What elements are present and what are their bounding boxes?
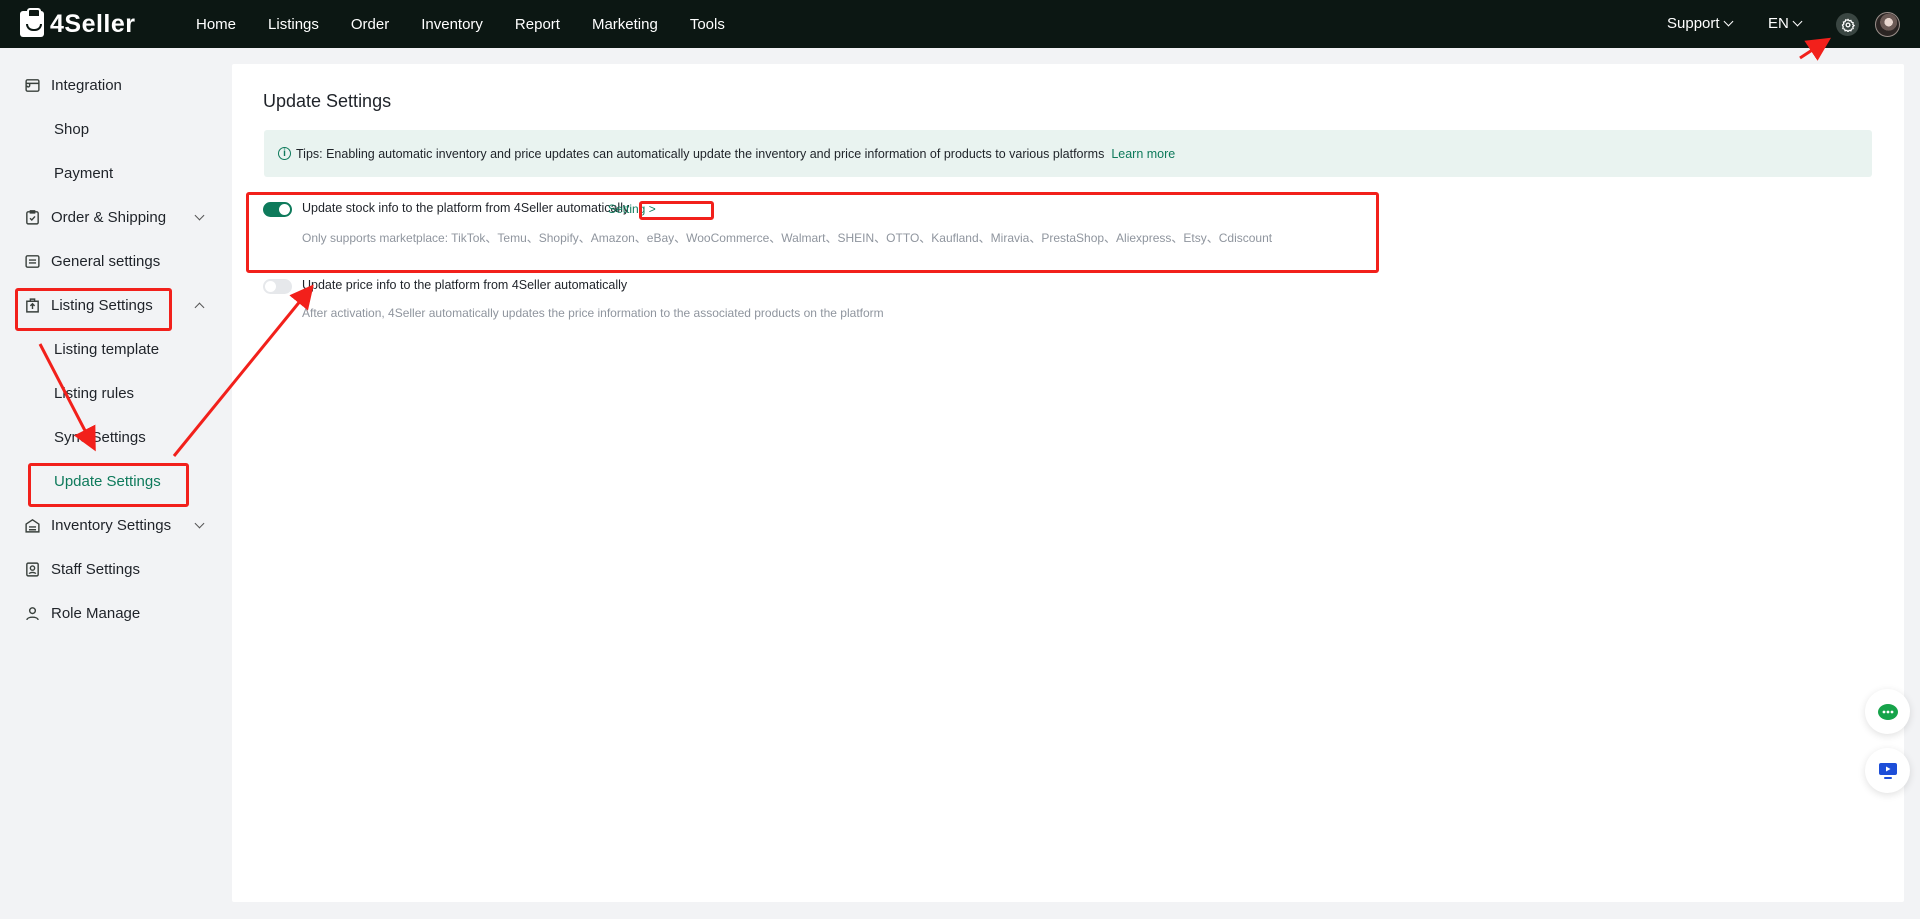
sidebar-item-label: Listing rules	[54, 384, 135, 402]
upload-bag-icon	[26, 297, 39, 313]
video-tutorial-button[interactable]	[1865, 748, 1910, 793]
sidebar-item-label: Shop	[54, 120, 90, 138]
user-icon	[26, 606, 39, 620]
stock-setting-link[interactable]: Setting >	[608, 202, 656, 216]
chat-support-button[interactable]	[1865, 689, 1910, 734]
sidebar-item-staff-settings[interactable]: Staff Settings	[0, 554, 220, 584]
nav-order[interactable]: Order	[351, 16, 389, 33]
main-panel: Update Settings i Tips: Enabling automat…	[232, 64, 1904, 902]
price-update-toggle[interactable]	[263, 279, 292, 294]
price-update-description: After activation, 4Seller automatically …	[302, 306, 884, 320]
chevron-up-icon	[194, 302, 205, 312]
sidebar-item-label: Integration	[51, 76, 122, 94]
support-label: Support	[1667, 15, 1720, 32]
sidebar-item-payment[interactable]: Payment	[0, 158, 220, 188]
chevron-down-icon	[1723, 16, 1733, 27]
sidebar-item-label: Payment	[54, 164, 114, 182]
learn-more-link[interactable]: Learn more	[1111, 147, 1175, 161]
monitor-play-icon	[1878, 762, 1897, 779]
sidebar-item-sync-settings[interactable]: Sync Settings	[0, 422, 220, 452]
sidebar-item-update-settings[interactable]: Update Settings	[0, 466, 220, 496]
logo-bag-icon	[20, 8, 44, 37]
nav-inventory[interactable]: Inventory	[421, 16, 483, 33]
page-title: Update Settings	[263, 91, 392, 111]
sidebar-item-label: General settings	[51, 252, 161, 270]
id-badge-icon	[26, 561, 39, 577]
chat-icon	[1877, 703, 1898, 720]
clipboard-check-icon	[26, 209, 39, 225]
price-update-title: Update price info to the platform from 4…	[302, 278, 628, 292]
store-icon	[25, 78, 40, 92]
sidebar-item-label: Order & Shipping	[51, 208, 167, 226]
tips-banner: i Tips: Enabling automatic inventory and…	[264, 130, 1872, 177]
chevron-down-icon	[194, 518, 205, 528]
chevron-down-icon	[194, 210, 205, 220]
sidebar-item-order-shipping[interactable]: Order & Shipping	[0, 202, 220, 232]
stock-update-title: Update stock info to the platform from 4…	[302, 201, 630, 215]
sidebar-item-label: Sync Settings	[54, 428, 146, 446]
settings-button[interactable]	[1836, 13, 1859, 36]
language-label: EN	[1768, 15, 1789, 32]
sidebar-item-listing-rules[interactable]: Listing rules	[0, 378, 220, 408]
support-menu[interactable]: Support	[1667, 15, 1733, 32]
sidebar-item-label: Role Manage	[51, 604, 141, 622]
info-icon: i	[278, 147, 291, 160]
user-avatar[interactable]	[1875, 12, 1900, 37]
sidebar-item-label: Listing Settings	[51, 296, 153, 314]
sidebar-item-general-settings[interactable]: General settings	[0, 246, 220, 276]
nav-home[interactable]: Home	[196, 16, 236, 33]
main-nav: Home Listings Order Inventory Report Mar…	[196, 0, 757, 48]
nav-tools[interactable]: Tools	[690, 16, 725, 33]
gear-icon	[1841, 17, 1855, 32]
sidebar-item-label: Staff Settings	[51, 560, 140, 578]
nav-listings[interactable]: Listings	[268, 16, 319, 33]
sidebar-item-shop[interactable]: Shop	[0, 114, 220, 144]
logo-text: 4Seller	[50, 9, 136, 38]
sidebar-item-label: Update Settings	[54, 472, 161, 490]
sidebar-item-inventory-settings[interactable]: Inventory Settings	[0, 510, 220, 540]
stock-update-description: Only supports marketplace: TikTok、Temu、S…	[302, 231, 1273, 245]
chevron-down-icon	[1792, 16, 1803, 27]
nav-marketing[interactable]: Marketing	[592, 16, 658, 33]
sidebar-item-listing-settings[interactable]: Listing Settings	[0, 290, 220, 320]
stock-update-toggle[interactable]	[263, 202, 292, 217]
top-navbar: 4Seller Home Listings Order Inventory Re…	[0, 0, 1920, 48]
sidebar-item-label: Listing template	[54, 340, 160, 358]
nav-report[interactable]: Report	[515, 16, 560, 33]
logo[interactable]: 4Seller	[20, 8, 136, 39]
language-menu[interactable]: EN	[1768, 15, 1803, 32]
list-icon	[25, 254, 40, 268]
tips-text: Tips: Enabling automatic inventory and p…	[296, 146, 1105, 161]
sidebar-item-label: Inventory Settings	[51, 516, 172, 534]
sidebar: Integration Shop Payment Order & Shippin…	[0, 48, 220, 919]
sidebar-item-role-manage[interactable]: Role Manage	[0, 598, 220, 628]
sidebar-item-integration[interactable]: Integration	[0, 70, 220, 100]
warehouse-icon	[25, 518, 40, 533]
sidebar-item-listing-template[interactable]: Listing template	[0, 334, 220, 364]
